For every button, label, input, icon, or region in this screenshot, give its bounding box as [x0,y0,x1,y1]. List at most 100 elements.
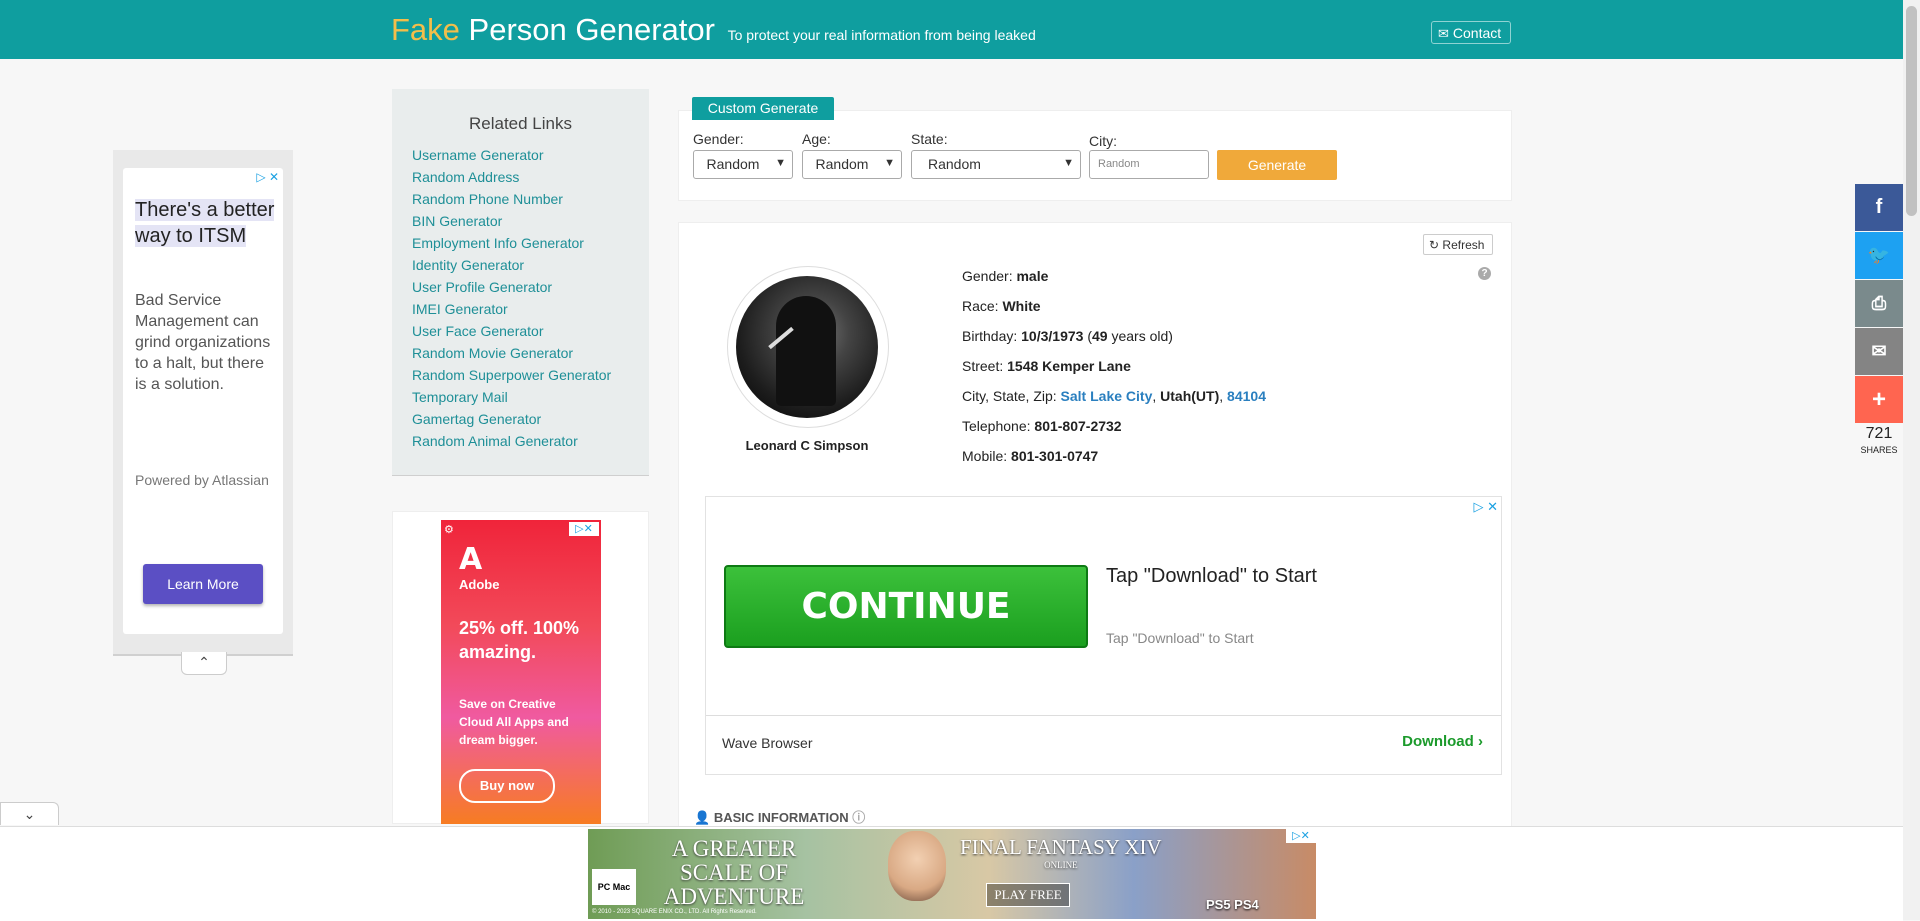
race-row: Race: White [962,298,1041,314]
age-label: Age: [802,131,831,147]
gender-select[interactable]: Random ▼ [693,150,793,179]
related-link[interactable]: Random Animal Generator [412,430,611,452]
basic-information-heading: 👤 BASIC INFORMATION ⓘ [694,810,866,825]
city-input[interactable]: Random [1089,150,1209,179]
adchoices-close-icon[interactable]: ▷✕ [1286,829,1316,843]
tagline: To protect your real information from be… [727,27,1036,43]
site-logo[interactable]: Fake Person Generator To protect your re… [391,12,1036,48]
street-row: Street: 1548 Kemper Lane [962,358,1131,374]
top-bar: Fake Person Generator To protect your re… [0,0,1903,59]
gender-label: Gender: [693,131,744,147]
logo-fake: Fake [391,12,460,47]
adobe-ad[interactable]: ⚙ ▷✕ A Adobe 25% off. 100% amazing. Save… [441,520,601,824]
adobe-headline: 25% off. 100% amazing. [459,618,580,662]
state-label: State: [911,131,948,147]
generate-button[interactable]: Generate [1217,150,1337,180]
mobile-row: Mobile: 801-301-0747 [962,448,1099,464]
gender-row: Gender: male [962,268,1049,284]
playstation-badge: PS5 PS4 [1206,897,1259,912]
help-icon[interactable]: ? [1478,267,1491,280]
twitter-share-icon[interactable]: 🐦 [1855,232,1903,279]
related-link[interactable]: Random Superpower Generator [412,364,611,386]
help-icon[interactable]: ⓘ [852,810,865,825]
birthday-row: Birthday: 10/3/1973 (49 years old) [962,328,1173,344]
related-link[interactable]: Employment Info Generator [412,232,611,254]
print-share-icon[interactable]: ⎙ [1855,280,1903,327]
share-count-label: SHARES [1860,445,1898,455]
chevron-down-icon: ▼ [1063,157,1074,169]
facebook-share-icon[interactable]: f [1855,184,1903,231]
more-share-icon[interactable]: + [1855,376,1903,423]
related-link[interactable]: Random Movie Generator [412,342,611,364]
city-state-zip-row: City, State, Zip: Salt Lake City, Utah(U… [962,388,1266,404]
adobe-subtext: Save on Creative Cloud All Apps and drea… [459,697,569,747]
contact-label: Contact [1452,25,1502,41]
adchoices-close-icon[interactable]: ▷ ✕ [256,170,279,184]
final-fantasy-ad[interactable]: PC Mac A GREATER SCALE OF ADVENTURE FINA… [588,829,1316,919]
buy-now-button[interactable]: Buy now [459,769,555,803]
zip-link[interactable]: 84104 [1227,388,1266,404]
continue-button[interactable]: CONTINUE [724,565,1088,648]
share-count: 721 [1865,425,1893,442]
user-icon: 👤 [694,810,711,825]
related-links-list: Username Generator Random Address Random… [412,144,611,452]
related-link[interactable]: User Face Generator [412,320,611,342]
birthday-value: 10/3/1973 [1021,328,1084,344]
related-link[interactable]: Temporary Mail [412,386,611,408]
related-link[interactable]: Identity Generator [412,254,611,276]
related-link[interactable]: User Profile Generator [412,276,611,298]
scrollbar-thumb[interactable] [1906,6,1917,216]
pc-mac-badge: PC Mac [592,869,636,905]
adchoices-close-icon[interactable]: ▷ ✕ [1473,499,1498,515]
state-select[interactable]: Random ▼ [911,150,1081,179]
ff-logo-sub: ONLINE [1044,860,1078,870]
left-ad-headline[interactable]: There's a better way to ITSM [135,197,285,249]
adobe-brand: Adobe [459,577,500,592]
play-free-button[interactable]: PLAY FREE [986,883,1070,907]
logo-rest: Person Generator [459,12,715,47]
related-link[interactable]: IMEI Generator [412,298,611,320]
left-ad-body: Bad Service Management can grind organiz… [135,292,271,393]
state-value: Utah(UT) [1160,388,1220,404]
gender-select-value: Random [706,156,760,172]
related-links-panel: Related Links Username Generator Random … [392,89,649,476]
chevron-up-icon[interactable]: ⌃ [181,652,227,675]
state-select-value: Random [928,156,981,172]
wave-ad-brand: Wave Browser [722,735,813,751]
download-link[interactable]: Download › [1402,733,1483,750]
chevron-down-icon[interactable]: ⌄ [0,802,59,825]
related-link[interactable]: BIN Generator [412,210,611,232]
avatar-figure [776,296,836,406]
adchoices-close-icon[interactable]: ▷✕ [569,522,599,536]
related-link[interactable]: Gamertag Generator [412,408,611,430]
left-ad-powered: Powered by Atlassian [135,472,269,488]
learn-more-button[interactable]: Learn More [143,564,263,604]
wave-ad[interactable]: ▷ ✕ CONTINUE Tap "Download" to Start Tap… [705,496,1502,775]
city-label: City: [1089,133,1117,149]
race-value: White [1002,298,1041,314]
age-select-value: Random [815,156,869,172]
related-links-title: Related Links [468,114,572,133]
refresh-label: Refresh [1442,238,1485,252]
refresh-button[interactable]: ↻ Refresh [1423,234,1493,255]
telephone-value: 801-807-2732 [1034,418,1122,434]
telephone-row: Telephone: 801-807-2732 [962,418,1122,434]
contact-button[interactable]: ✉ Contact [1431,21,1511,44]
gender-value: male [1016,268,1049,284]
mail-icon: ✉ [1438,26,1449,41]
related-link[interactable]: Username Generator [412,144,611,166]
ff-logo: FINAL FANTASY XIV ONLINE [960,835,1162,870]
refresh-icon: ↻ [1429,238,1440,252]
related-link[interactable]: Random Phone Number [412,188,611,210]
chevron-right-icon: › [1478,733,1483,750]
age-value: 49 [1092,328,1108,344]
ff-copyright: © 2010 - 2023 SQUARE ENIX CO., LTD. All … [592,909,757,915]
chevron-down-icon: ▼ [775,157,786,169]
age-select[interactable]: Random ▼ [802,150,902,179]
related-link[interactable]: Random Address [412,166,611,188]
city-link[interactable]: Salt Lake City [1061,388,1153,404]
ad-info-icon[interactable]: ⚙ [444,523,454,536]
email-share-icon[interactable]: ✉ [1855,328,1903,375]
ad-character-image [888,831,946,901]
custom-generate-tab[interactable]: Custom Generate [692,97,834,120]
